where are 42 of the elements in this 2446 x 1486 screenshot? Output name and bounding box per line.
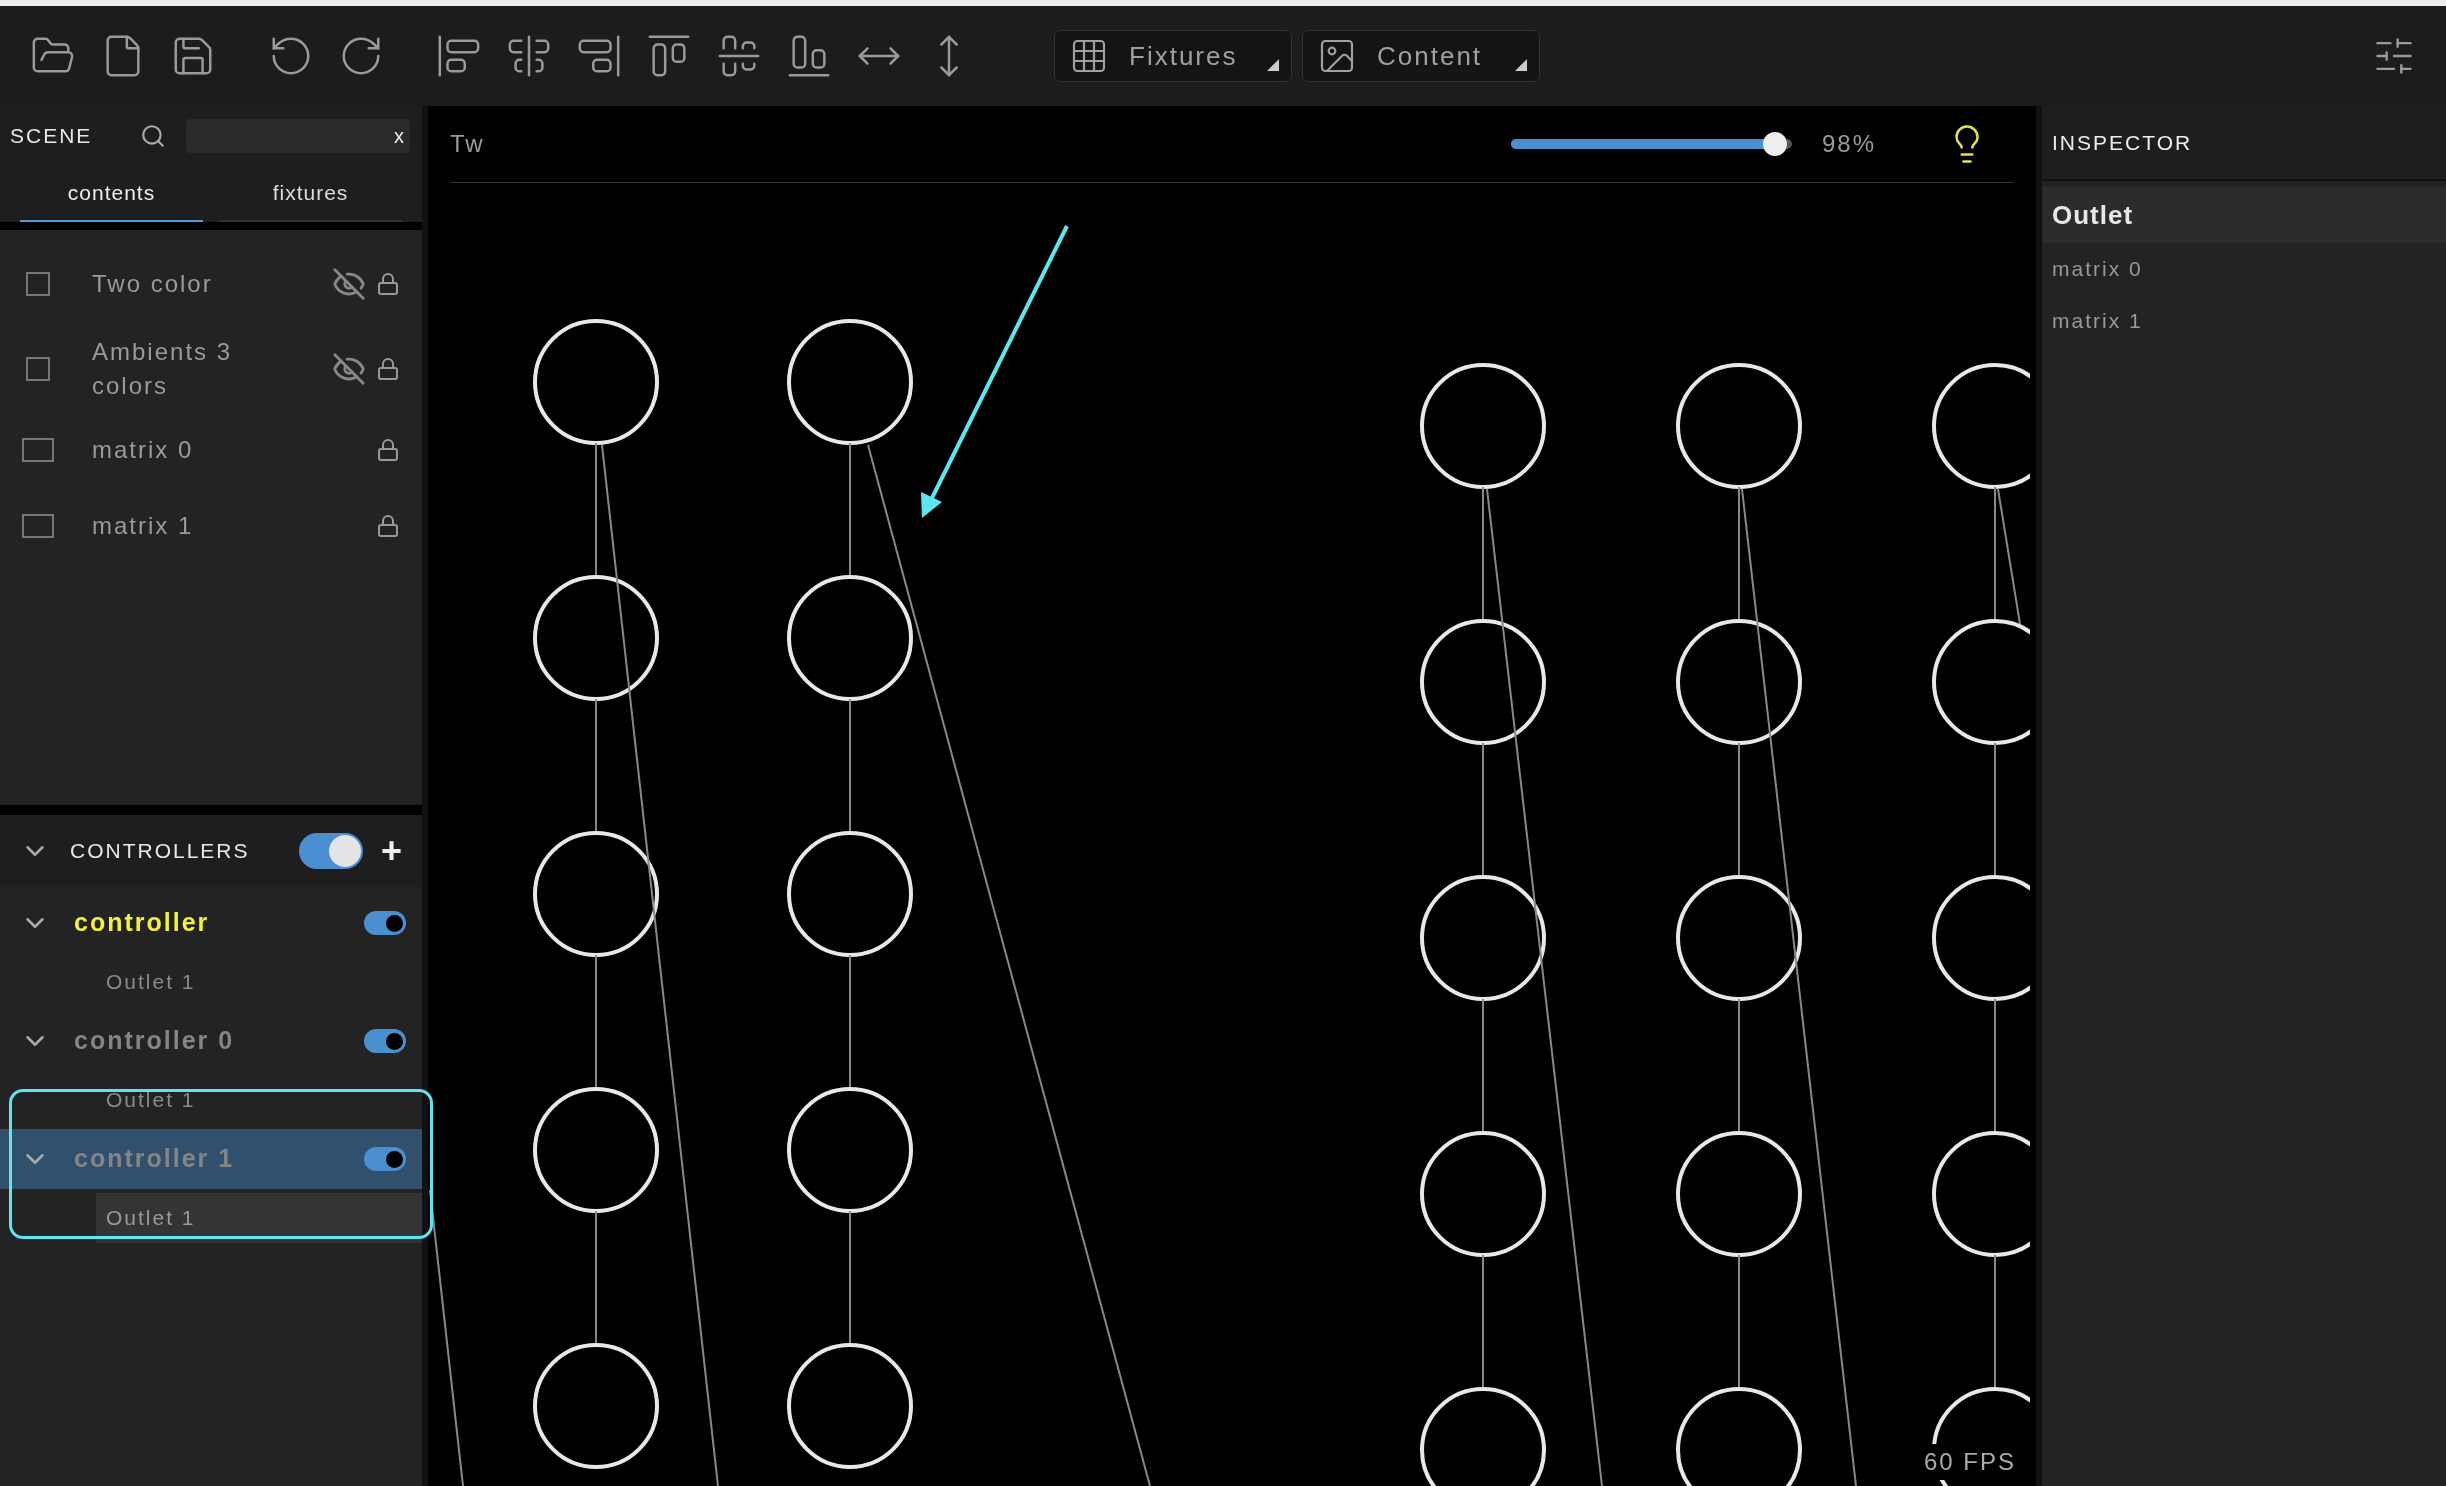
canvas-title: Tw <box>450 129 485 159</box>
outlet-item[interactable]: Outlet 1 <box>96 1193 422 1243</box>
item-label[interactable]: Ambients 3 colors <box>92 335 272 403</box>
clear-button[interactable]: x <box>394 121 404 151</box>
tab[interactable]: fixtures <box>219 166 402 222</box>
checkbox[interactable] <box>26 357 50 381</box>
hidden-eye-icon[interactable] <box>332 267 366 301</box>
search-field[interactable]: x <box>186 119 410 153</box>
toggle-switch[interactable] <box>364 1147 406 1171</box>
item-label[interactable]: matrix 0 <box>92 433 272 467</box>
search-icon <box>140 123 166 149</box>
controller-name[interactable]: controller 0 <box>74 1022 235 1060</box>
item-label[interactable]: Two color <box>92 267 272 301</box>
dropdown[interactable]: Fixtures <box>1054 30 1292 82</box>
outlet-item[interactable]: Outlet 1 <box>96 1075 422 1125</box>
section-title: CONTROLLERS <box>70 838 250 865</box>
controller-name[interactable]: controller <box>74 904 210 942</box>
caret-icon <box>1267 59 1279 71</box>
panel-title: INSPECTOR <box>2052 129 2193 156</box>
hidden-eye-icon[interactable] <box>332 352 366 386</box>
tab[interactable]: contents <box>20 166 203 222</box>
inspector-item[interactable]: matrix 0 <box>2052 253 2143 285</box>
item-label[interactable]: matrix 1 <box>92 509 272 543</box>
checkbox[interactable] <box>22 438 54 462</box>
toggle-switch[interactable] <box>364 1029 406 1053</box>
lock-icon[interactable] <box>376 357 400 381</box>
lock-icon[interactable] <box>376 438 400 462</box>
inspector-item[interactable]: matrix 1 <box>2052 305 2143 337</box>
checkbox[interactable] <box>26 272 50 296</box>
outlet-item[interactable]: Outlet 1 <box>96 957 422 1007</box>
caret-icon <box>1515 59 1527 71</box>
panel-title: SCENE <box>10 123 94 150</box>
checkbox[interactable] <box>22 514 54 538</box>
slider-value: 98% <box>1821 129 1876 159</box>
add-button[interactable]: + <box>380 824 402 878</box>
lock-icon[interactable] <box>376 514 400 538</box>
toggle-switch[interactable] <box>364 911 406 935</box>
dropdown[interactable]: Content <box>1302 30 1540 82</box>
lock-icon[interactable] <box>376 272 400 296</box>
toggle-switch[interactable] <box>298 833 363 869</box>
inspector-heading: Outlet <box>2052 198 2134 232</box>
slider-fill[interactable] <box>1510 132 1787 156</box>
